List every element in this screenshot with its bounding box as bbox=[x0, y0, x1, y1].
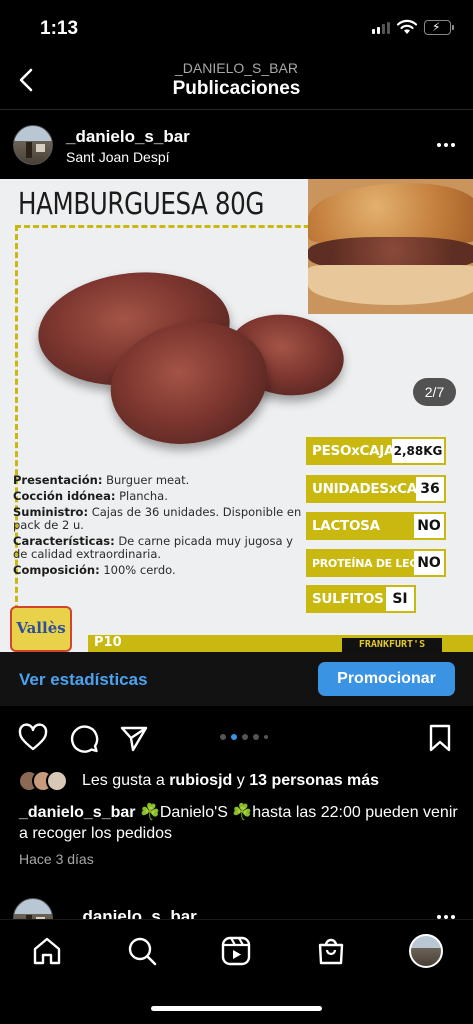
image-title: HAMBURGUESA 80G bbox=[18, 187, 265, 222]
post-username[interactable]: _danielo_s_bar bbox=[73, 907, 197, 919]
carousel-indicator bbox=[220, 734, 268, 740]
comment-icon[interactable] bbox=[68, 722, 100, 754]
avatar[interactable] bbox=[13, 898, 53, 919]
spec-tag: PESOxCAJA 2,88KG bbox=[306, 437, 446, 465]
brand-logo: Vallès bbox=[10, 606, 72, 652]
search-icon[interactable] bbox=[126, 935, 158, 967]
post-image[interactable]: HAMBURGUESA 80G Presentación: Burguer me… bbox=[0, 179, 473, 652]
post-header: _danielo_s_bar Sant Joan Despí bbox=[0, 118, 473, 174]
product-details: Presentación: Burguer meat. Cocción idón… bbox=[13, 474, 303, 580]
view-insights-link[interactable]: Ver estadísticas bbox=[19, 670, 148, 690]
next-post-header: _danielo_s_bar bbox=[0, 895, 473, 919]
reels-icon[interactable] bbox=[220, 935, 252, 967]
spec-tag: LACTOSA NO bbox=[306, 512, 446, 540]
spec-tag: UNIDADESxCAJA 36 bbox=[306, 475, 446, 503]
detail-row: Cocción idónea: Plancha. bbox=[13, 489, 168, 503]
page-number: P10 bbox=[94, 635, 122, 650]
post-timestamp: Hace 3 días bbox=[19, 851, 94, 867]
home-icon[interactable] bbox=[31, 935, 63, 967]
heart-icon[interactable] bbox=[17, 722, 49, 754]
profile-avatar[interactable] bbox=[409, 934, 443, 968]
page-header: _DANIELO_S_BAR Publicaciones bbox=[0, 56, 473, 110]
caption-username[interactable]: _danielo_s_bar bbox=[19, 804, 136, 821]
detail-row: Suministro: Cajas de 36 unidades. Dispon… bbox=[13, 505, 302, 532]
header-subtitle: _DANIELO_S_BAR bbox=[175, 60, 298, 76]
detail-row: Presentación: Burguer meat. bbox=[13, 473, 190, 487]
battery-icon: ⚡ bbox=[424, 20, 454, 35]
promote-button[interactable]: Promocionar bbox=[318, 662, 455, 696]
spec-tag: SULFITOS SI bbox=[306, 585, 416, 613]
carousel-counter: 2/7 bbox=[413, 378, 456, 406]
post-location[interactable]: Sant Joan Despí bbox=[66, 149, 170, 165]
frankfurts-logo: FRANKFURT'S bbox=[342, 638, 442, 652]
avatar[interactable] bbox=[13, 125, 53, 165]
post-actions bbox=[0, 718, 473, 758]
post-username[interactable]: _danielo_s_bar bbox=[66, 127, 190, 147]
page-title: Publicaciones bbox=[172, 78, 301, 99]
status-time: 1:13 bbox=[40, 18, 79, 39]
send-icon[interactable] bbox=[118, 722, 150, 754]
likes-summary[interactable]: Les gusta a rubiosjd y 13 personas más bbox=[18, 770, 458, 794]
sandwich-photo bbox=[308, 179, 473, 314]
home-indicator bbox=[151, 1006, 322, 1011]
detail-row: Composición: 100% cerdo. bbox=[13, 563, 176, 577]
insights-bar: Ver estadísticas Promocionar bbox=[0, 652, 473, 706]
likes-text: Les gusta a rubiosjd y 13 personas más bbox=[82, 772, 380, 789]
status-bar: 1:13 ⚡ bbox=[0, 0, 473, 56]
post-caption: _danielo_s_bar ☘️Danielo'S ☘️hasta las 2… bbox=[19, 802, 459, 844]
more-options-icon[interactable] bbox=[437, 143, 455, 147]
wifi-icon bbox=[396, 19, 418, 34]
cellular-signal-icon bbox=[372, 22, 390, 34]
spec-tag: PROTEÍNA DE LECHE NO bbox=[306, 549, 446, 577]
liker-avatar bbox=[46, 770, 68, 792]
bookmark-icon[interactable] bbox=[424, 722, 456, 754]
detail-row: Características: De carne picada muy jug… bbox=[13, 534, 293, 561]
shop-icon[interactable] bbox=[315, 935, 347, 967]
